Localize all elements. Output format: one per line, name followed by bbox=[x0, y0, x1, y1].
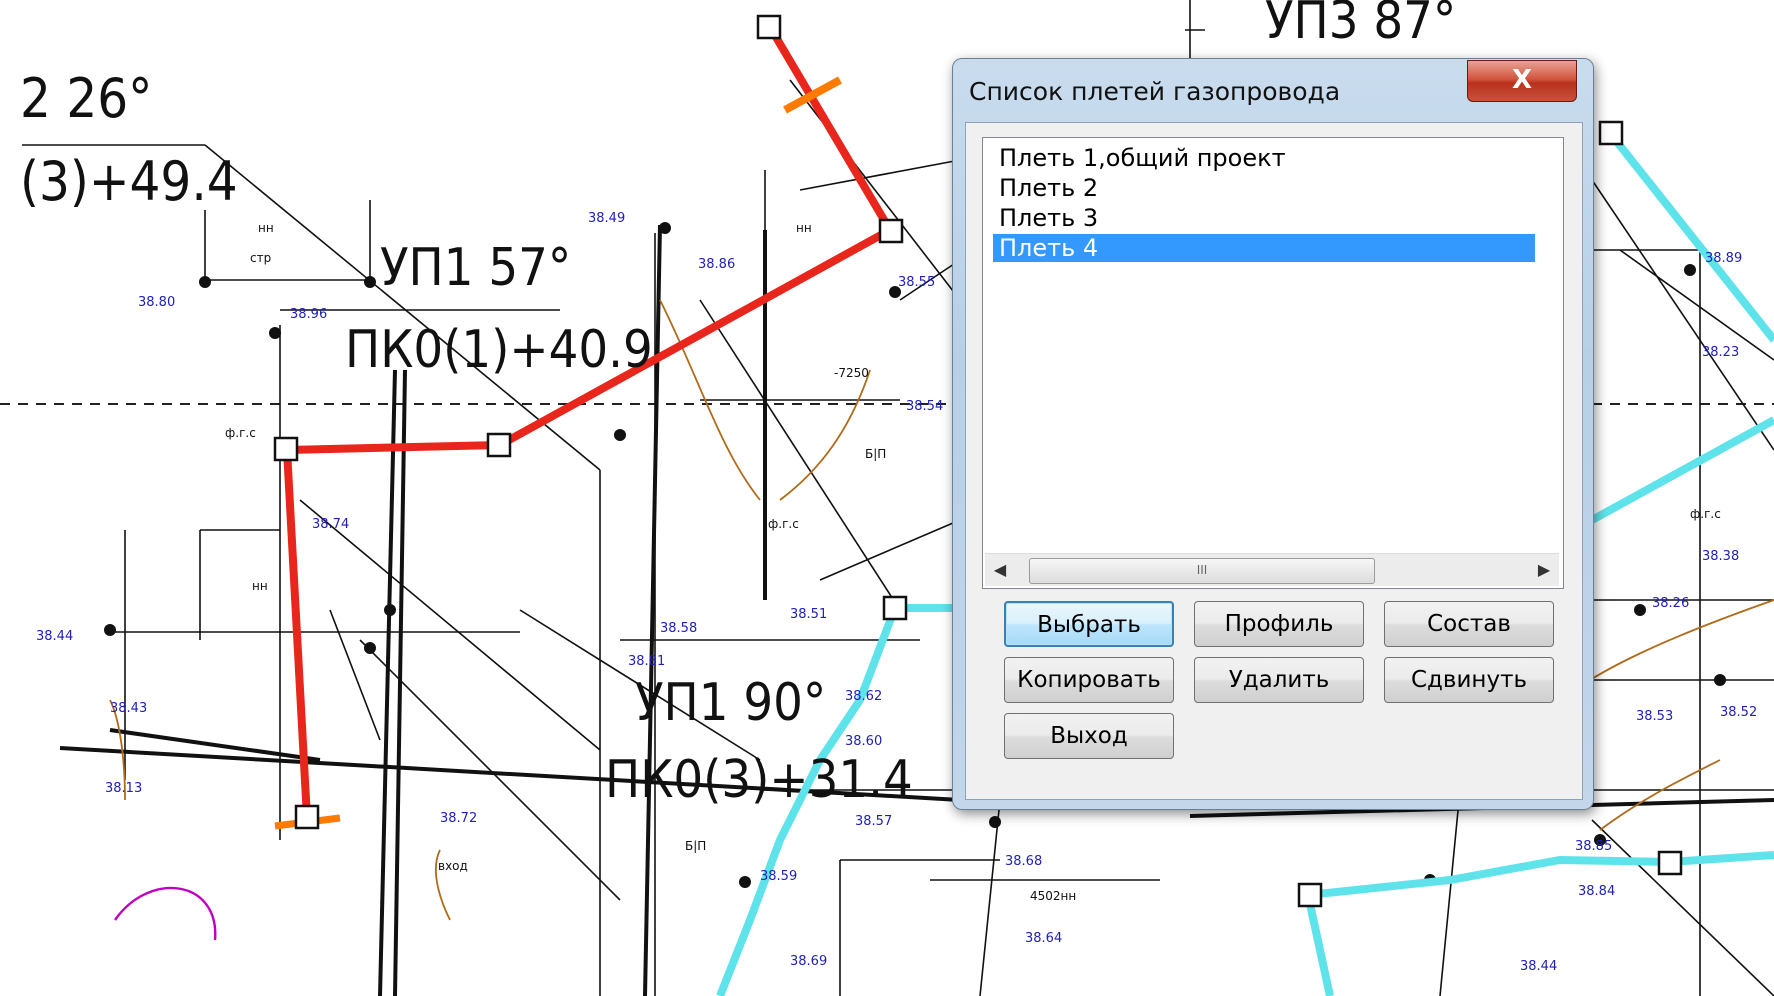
svg-text:38.74: 38.74 bbox=[312, 517, 349, 532]
svg-text:нн: нн bbox=[258, 221, 274, 235]
composition-button[interactable]: Состав bbox=[1384, 601, 1554, 647]
label-up3-87: УП3 87° bbox=[1265, 0, 1456, 51]
list-item[interactable]: Плеть 1,общий проект bbox=[993, 144, 1535, 172]
svg-text:-7250: -7250 bbox=[834, 366, 869, 380]
svg-text:нн: нн bbox=[252, 579, 268, 593]
svg-text:38.44: 38.44 bbox=[36, 629, 73, 644]
svg-text:38.84: 38.84 bbox=[1578, 884, 1615, 899]
svg-text:38.54: 38.54 bbox=[906, 399, 943, 414]
label-up1-57: УП1 57° bbox=[380, 238, 571, 298]
svg-text:38.38: 38.38 bbox=[1702, 549, 1739, 564]
svg-text:38.43: 38.43 bbox=[110, 701, 147, 716]
pipeline-list[interactable]: Плеть 1,общий проект Плеть 2 Плеть 3 Пле… bbox=[982, 137, 1564, 589]
svg-text:38.23: 38.23 bbox=[1702, 345, 1739, 360]
svg-text:38.44: 38.44 bbox=[1520, 959, 1557, 974]
close-button[interactable]: X bbox=[1467, 60, 1577, 102]
label-pk0-1: ПК0(1)+40.9 bbox=[345, 320, 653, 380]
select-button[interactable]: Выбрать bbox=[1004, 601, 1174, 647]
shift-button[interactable]: Сдвинуть bbox=[1384, 657, 1554, 703]
svg-text:38.86: 38.86 bbox=[698, 257, 735, 272]
svg-text:ф.г.с: ф.г.с bbox=[768, 517, 799, 531]
svg-text:38.52: 38.52 bbox=[1720, 705, 1757, 720]
svg-text:38.68: 38.68 bbox=[1005, 854, 1042, 869]
svg-text:Б|П: Б|П bbox=[865, 447, 886, 461]
svg-text:38.96: 38.96 bbox=[290, 307, 327, 322]
svg-text:38.85: 38.85 bbox=[1575, 839, 1612, 854]
profile-button[interactable]: Профиль bbox=[1194, 601, 1364, 647]
svg-text:стр: стр bbox=[250, 251, 271, 265]
horizontal-scrollbar[interactable]: ◀ III ▶ bbox=[985, 553, 1559, 586]
svg-text:нн: нн bbox=[796, 221, 812, 235]
svg-text:38.64: 38.64 bbox=[1025, 931, 1062, 946]
list-item-selected[interactable]: Плеть 4 bbox=[993, 234, 1535, 262]
scroll-left-icon[interactable]: ◀ bbox=[985, 554, 1015, 586]
pipeline-list-dialog[interactable]: Список плетей газопровода X Плеть 1,общи… bbox=[952, 58, 1594, 810]
svg-text:38.81: 38.81 bbox=[628, 654, 665, 669]
list-item[interactable]: Плеть 3 bbox=[993, 204, 1535, 232]
svg-text:38.58: 38.58 bbox=[660, 621, 697, 636]
svg-text:38.59: 38.59 bbox=[760, 869, 797, 884]
exit-button[interactable]: Выход bbox=[1004, 713, 1174, 759]
label-up1-90: УП1 90° bbox=[635, 673, 826, 733]
dialog-title: Список плетей газопровода bbox=[969, 77, 1341, 106]
svg-text:ф.г.с: ф.г.с bbox=[1690, 507, 1721, 521]
svg-text:38.62: 38.62 bbox=[845, 689, 882, 704]
svg-text:38.51: 38.51 bbox=[790, 607, 827, 622]
svg-text:38.13: 38.13 bbox=[105, 781, 142, 796]
svg-text:38.53: 38.53 bbox=[1636, 709, 1673, 724]
magenta-arc bbox=[114, 886, 217, 941]
svg-text:38.60: 38.60 bbox=[845, 734, 882, 749]
svg-text:4502нн: 4502нн bbox=[1030, 889, 1076, 903]
delete-button[interactable]: Удалить bbox=[1194, 657, 1364, 703]
scroll-right-icon[interactable]: ▶ bbox=[1529, 554, 1559, 586]
copy-button[interactable]: Копировать bbox=[1004, 657, 1174, 703]
scroll-thumb[interactable]: III bbox=[1029, 558, 1375, 584]
label-pk0-3: ПК0(3)+31.4 bbox=[605, 750, 913, 810]
svg-text:38.72: 38.72 bbox=[440, 811, 477, 826]
svg-text:38.49: 38.49 bbox=[588, 211, 625, 226]
svg-text:38.69: 38.69 bbox=[790, 954, 827, 969]
label-pk3-49: (3)+49.4 bbox=[20, 150, 238, 213]
dialog-client-area: Плеть 1,общий проект Плеть 2 Плеть 3 Пле… bbox=[965, 122, 1583, 800]
svg-text:38.80: 38.80 bbox=[138, 295, 175, 310]
svg-text:38.55: 38.55 bbox=[898, 275, 935, 290]
svg-text:38.26: 38.26 bbox=[1652, 596, 1689, 611]
list-item[interactable]: Плеть 2 bbox=[993, 174, 1535, 202]
svg-text:ф.г.с: ф.г.с bbox=[225, 426, 256, 440]
svg-text:Б|П: Б|П bbox=[685, 839, 706, 853]
svg-text:вход: вход bbox=[438, 859, 468, 873]
label-up2: 2 26° bbox=[20, 67, 152, 130]
svg-text:38.57: 38.57 bbox=[855, 814, 892, 829]
svg-text:38.89: 38.89 bbox=[1705, 251, 1742, 266]
